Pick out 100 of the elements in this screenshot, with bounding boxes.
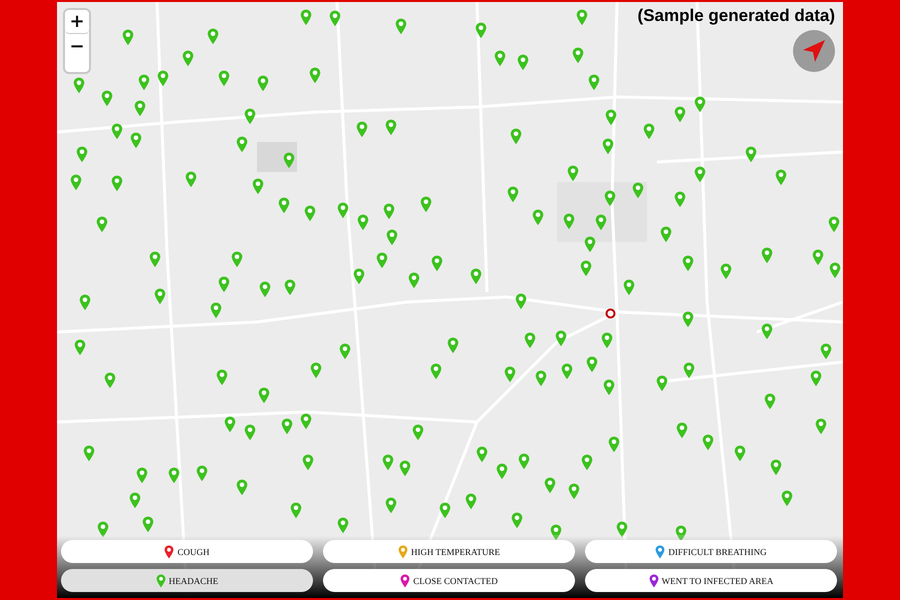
location-pin-icon (760, 247, 773, 264)
location-pin-icon (182, 50, 194, 68)
location-pin-icon (550, 524, 562, 541)
location-pin-icon (702, 434, 714, 451)
location-pin-icon (446, 337, 459, 354)
location-pin-icon (516, 54, 529, 71)
location-pin-icon (357, 214, 370, 231)
location-pin-icon (720, 263, 732, 280)
location-pin-icon (111, 123, 124, 140)
location-pin-icon (236, 478, 248, 496)
location-pin-icon (775, 169, 788, 186)
location-pin-icon (623, 279, 636, 296)
location-pin-icon (420, 196, 432, 213)
location-pin-icon (600, 332, 613, 349)
location-pin-icon (744, 146, 757, 164)
location-pin-icon (682, 362, 695, 380)
legend-filter-button[interactable]: COUGH (61, 540, 313, 563)
location-pin-icon (475, 22, 488, 40)
location-pin-icon (604, 190, 616, 208)
location-pin-icon (561, 362, 574, 380)
location-pin-icon (518, 453, 530, 470)
location-pin-icon (616, 521, 628, 538)
legend-filter-button[interactable]: HIGH TEMPERATURE (323, 540, 575, 563)
location-pin-icon (581, 454, 594, 472)
location-pin-icon (438, 502, 451, 519)
legend-filter-button[interactable]: WENT TO INFECTED AREA (585, 569, 837, 592)
location-pin-icon (138, 74, 150, 91)
location-pin-icon (82, 444, 95, 462)
legend-filter-button[interactable]: CLOSE CONTACTED (323, 569, 575, 592)
location-pin-icon (584, 236, 596, 253)
map-background[interactable]: + − (Sample generated data) COUGH HIGH TEMPERATURE DIFFICULT BREATHING HEADACHE CLOSE CONTACTED WENT TO INFECTED AREA (57, 2, 843, 598)
location-pin-icon (218, 70, 230, 87)
location-pin-icon (142, 516, 154, 533)
location-pin-icon (408, 272, 420, 288)
location-pin-icon (608, 436, 620, 454)
location-pin-icon (356, 120, 368, 138)
legend-filter-button[interactable]: HEADACHE (61, 569, 313, 592)
location-pin-icon (511, 512, 524, 530)
location-pin-icon (290, 502, 302, 519)
location-pin-icon (244, 424, 256, 442)
location-pin-icon (382, 202, 395, 220)
location-pin-icon (694, 166, 706, 183)
location-pin-icon (302, 454, 314, 470)
location-pin-icon (258, 280, 271, 298)
location-pin-icon (96, 216, 108, 233)
location-pin-icon (764, 393, 776, 410)
location-pin-icon (100, 90, 113, 107)
location-pin-icon (184, 171, 197, 188)
location-pin-icon (156, 70, 169, 88)
location-pin-icon (604, 109, 617, 126)
location-pin-icon (810, 370, 822, 388)
location-pin-icon (328, 10, 341, 27)
location-pin-icon (310, 362, 322, 380)
location-pin-icon (555, 330, 568, 348)
location-pin-icon (304, 204, 316, 222)
location-pin-icon (595, 214, 608, 231)
location-pin-icon (210, 302, 222, 319)
location-pin-icon (244, 108, 256, 126)
location-pin-icon (136, 466, 148, 484)
location-pin-icon (308, 67, 321, 84)
location-pin-icon (532, 208, 544, 226)
location-pin-icon (70, 174, 82, 190)
location-pin-icon (760, 322, 773, 340)
location-pin-icon (567, 164, 580, 182)
location-pin-icon (674, 106, 686, 123)
location-pin-icon (682, 255, 694, 272)
location-pin-icon (256, 75, 269, 92)
location-pin-icon (515, 293, 528, 310)
location-pin-icon (734, 444, 746, 462)
location-pin-icon (76, 146, 88, 163)
location-pin-icon (562, 213, 575, 230)
location-pin-icon (300, 8, 312, 26)
location-pin-icon (812, 249, 824, 266)
location-pin-icon (283, 152, 296, 169)
location-pin-icon (660, 226, 672, 243)
location-pin-icon (476, 446, 488, 463)
location-pin-icon (496, 463, 508, 480)
location-pin-icon (122, 29, 134, 46)
location-pin-icon (258, 386, 270, 404)
sample-data-notice: (Sample generated data) (638, 6, 835, 26)
legend-filter-button[interactable]: DIFFICULT BREATHING (585, 540, 837, 563)
location-pin-icon (676, 422, 688, 439)
location-pin-icon (535, 370, 548, 386)
location-pin-icon (284, 278, 296, 296)
location-pin-icon (236, 136, 248, 153)
location-pin-icon (168, 467, 180, 484)
location-pin-icon (504, 366, 516, 384)
location-pin-icon (524, 332, 536, 348)
zoom-in-button[interactable]: + (65, 10, 89, 34)
location-pin-icon (148, 250, 161, 268)
location-pin-icon (216, 368, 228, 386)
location-pin-icon (580, 260, 592, 277)
location-pin-icon (300, 413, 312, 430)
location-pin-icon (394, 18, 406, 35)
location-pin-icon (464, 493, 477, 510)
location-pin-icon (603, 379, 616, 396)
location-pin-icon (376, 252, 388, 269)
location-pin-icon (339, 343, 352, 360)
location-pin-icon (385, 496, 397, 514)
location-pin-icon (568, 483, 580, 500)
